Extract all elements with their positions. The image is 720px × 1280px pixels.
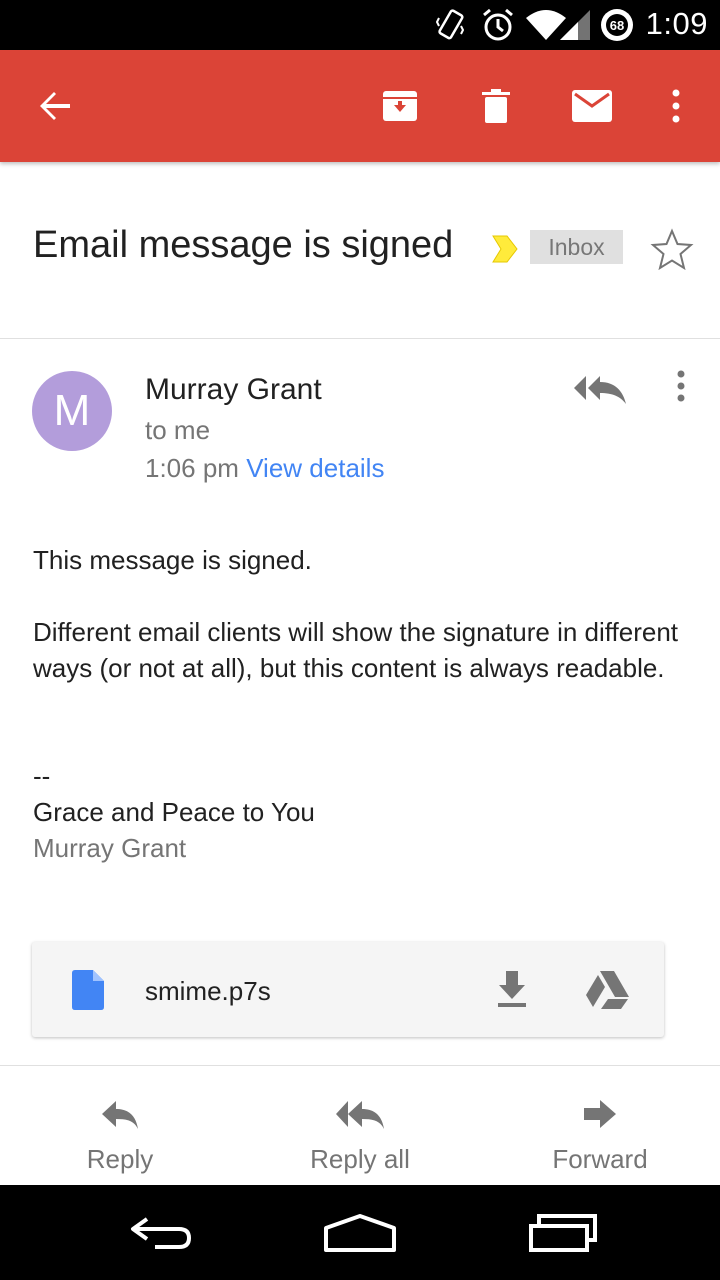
mark-unread-icon[interactable] bbox=[564, 78, 620, 134]
email-subject: Email message is signed bbox=[33, 224, 454, 266]
sender-name[interactable]: Murray Grant bbox=[145, 373, 322, 407]
label-badge[interactable]: Inbox bbox=[530, 230, 623, 264]
message-actions: Reply Reply all Forward bbox=[0, 1065, 720, 1185]
message-time-line: 1:06 pm View details bbox=[145, 453, 384, 484]
alarm-icon bbox=[480, 6, 516, 49]
attachment-card[interactable]: smime.p7s bbox=[32, 942, 664, 1037]
drive-icon[interactable] bbox=[584, 967, 630, 1011]
message-more-icon[interactable] bbox=[666, 368, 696, 408]
more-vert-icon[interactable] bbox=[648, 78, 704, 134]
signal-icon bbox=[558, 6, 592, 49]
signature-line: Grace and Peace to You bbox=[33, 797, 315, 827]
nav-home-icon[interactable] bbox=[315, 1205, 405, 1261]
status-bar: 68 1:09 bbox=[0, 0, 720, 50]
reply-all-label: Reply all bbox=[310, 1144, 410, 1174]
signature-name: Murray Grant bbox=[33, 833, 187, 863]
battery-level: 68 bbox=[610, 18, 624, 33]
message-time: 1:06 pm bbox=[145, 453, 239, 483]
reply-label: Reply bbox=[86, 1144, 154, 1174]
attachment-name: smime.p7s bbox=[145, 976, 271, 1006]
archive-icon[interactable] bbox=[372, 78, 428, 134]
body-paragraph: Different email clients will show the si… bbox=[33, 617, 679, 683]
forward-button[interactable]: Forward bbox=[510, 1096, 690, 1175]
recipient-line: to me bbox=[145, 415, 211, 445]
navigation-bar bbox=[0, 1185, 720, 1280]
body-line: This message is signed. bbox=[33, 545, 312, 575]
reply-all-button[interactable]: Reply all bbox=[270, 1096, 450, 1175]
nav-back-icon[interactable] bbox=[115, 1205, 205, 1261]
view-details-link[interactable]: View details bbox=[246, 453, 384, 483]
battery-icon: 68 bbox=[598, 6, 636, 49]
forward-label: Forward bbox=[552, 1144, 648, 1174]
reply-all-icon bbox=[270, 1096, 450, 1132]
star-icon[interactable] bbox=[650, 228, 694, 272]
reply-icon bbox=[30, 1096, 210, 1132]
toolbar bbox=[0, 50, 720, 162]
avatar[interactable]: M bbox=[32, 371, 112, 451]
reply-all-icon[interactable] bbox=[572, 368, 628, 408]
subject-header: Email message is signed Inbox bbox=[0, 162, 720, 339]
delete-icon[interactable] bbox=[468, 78, 524, 134]
signature-separator: -- bbox=[33, 761, 51, 791]
back-arrow-icon[interactable] bbox=[27, 78, 83, 134]
forward-icon bbox=[510, 1096, 690, 1132]
download-icon[interactable] bbox=[492, 967, 532, 1011]
reply-button[interactable]: Reply bbox=[30, 1096, 210, 1175]
important-marker-icon[interactable] bbox=[491, 234, 519, 269]
status-time: 1:09 bbox=[645, 6, 708, 41]
nav-recents-icon[interactable] bbox=[518, 1205, 608, 1261]
vibrate-icon bbox=[435, 6, 465, 49]
file-icon bbox=[72, 970, 104, 1015]
